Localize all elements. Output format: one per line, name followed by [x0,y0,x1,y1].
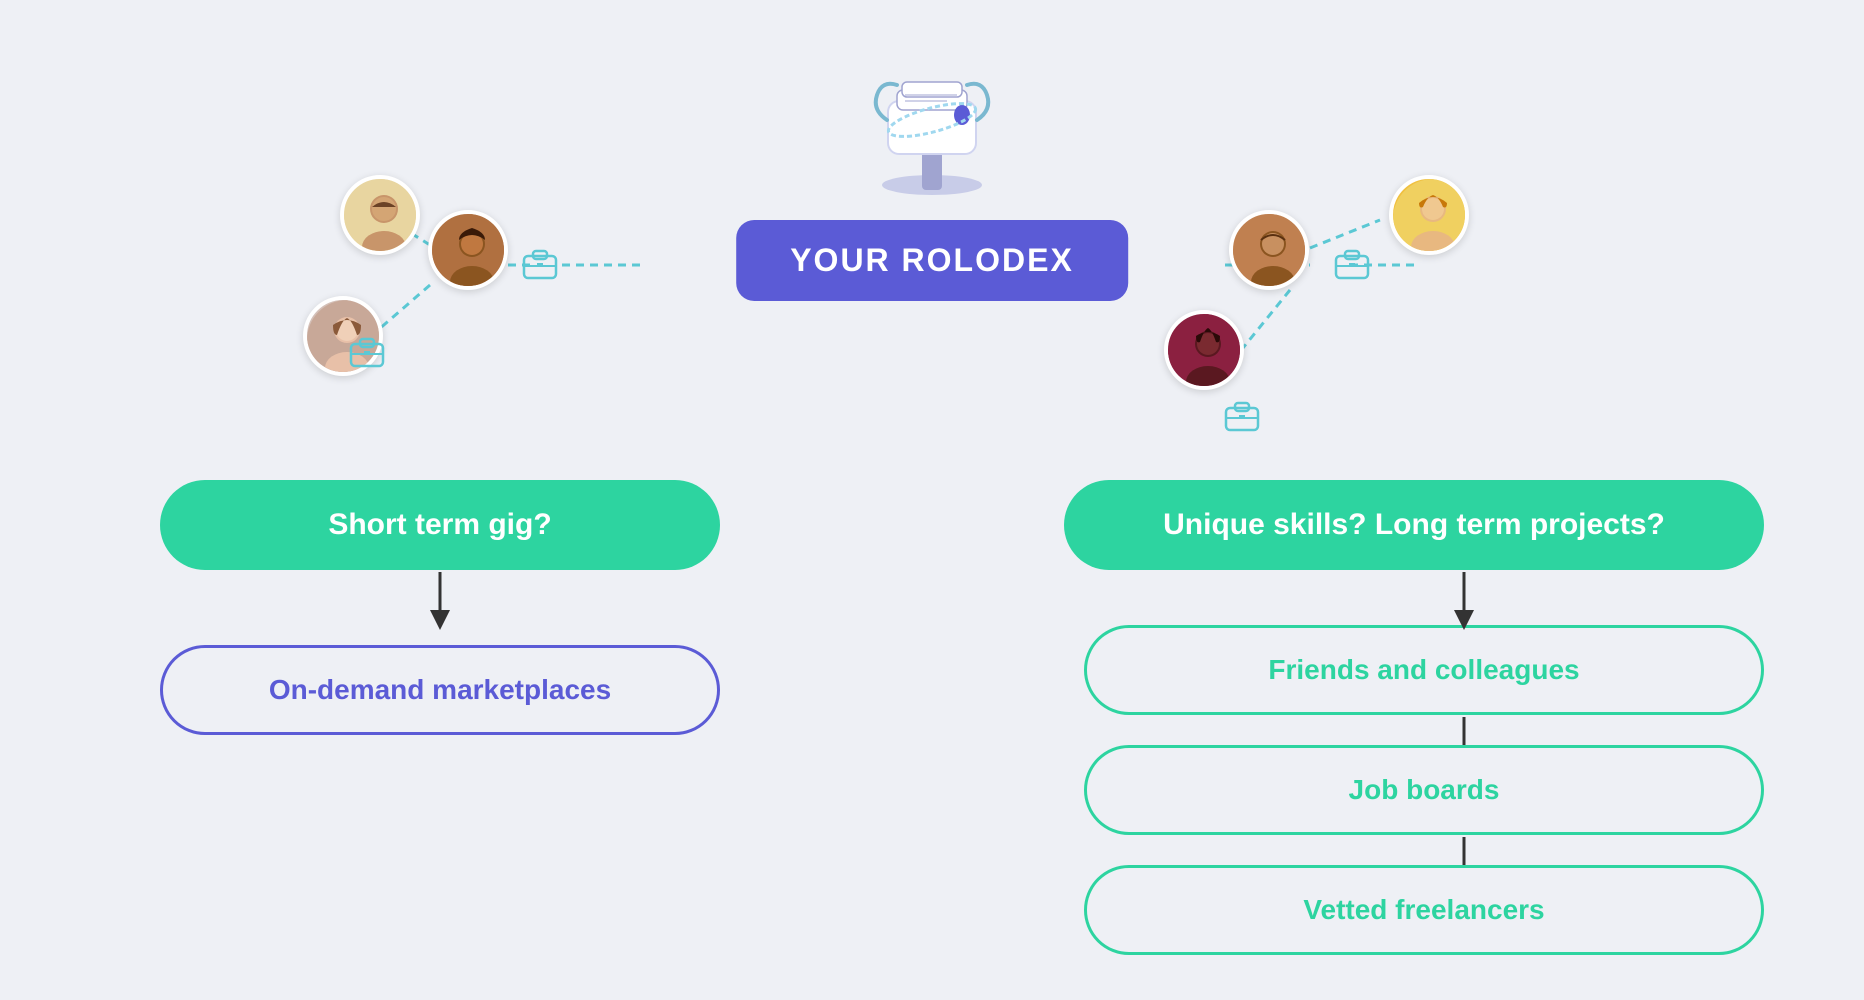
job-boards-label: Job boards [1349,774,1500,806]
unique-skills-box: Unique skills? Long term projects? [1064,480,1764,570]
friends-colleagues-label: Friends and colleagues [1268,654,1579,686]
rolodex-label: YOUR ROLODEX [790,242,1074,278]
avatar-left-man-mid [428,210,508,290]
rolodex-illustration [867,60,997,200]
short-term-gig-box: Short term gig? [160,480,720,570]
briefcase-right-mid [1330,240,1374,284]
avatar-left-man-far [340,175,420,255]
briefcase-left-woman [345,328,389,372]
ondemand-marketplaces-label: On-demand marketplaces [269,674,611,706]
briefcase-left-mid [518,240,562,284]
vetted-freelancers-box: Vetted freelancers [1084,865,1764,955]
avatar-right-man [1229,210,1309,290]
rolodex-box: YOUR ROLODEX [736,220,1128,301]
friends-colleagues-box: Friends and colleagues [1084,625,1764,715]
briefcase-right-woman [1220,392,1264,436]
job-boards-box: Job boards [1084,745,1764,835]
main-canvas: YOUR ROLODEX [0,0,1864,1000]
vetted-freelancers-label: Vetted freelancers [1303,894,1544,926]
avatar-right-woman-far [1389,175,1469,255]
unique-skills-label: Unique skills? Long term projects? [1163,508,1665,542]
avatar-right-woman-dark [1164,310,1244,390]
short-term-gig-label: Short term gig? [328,508,551,542]
ondemand-marketplaces-box: On-demand marketplaces [160,645,720,735]
